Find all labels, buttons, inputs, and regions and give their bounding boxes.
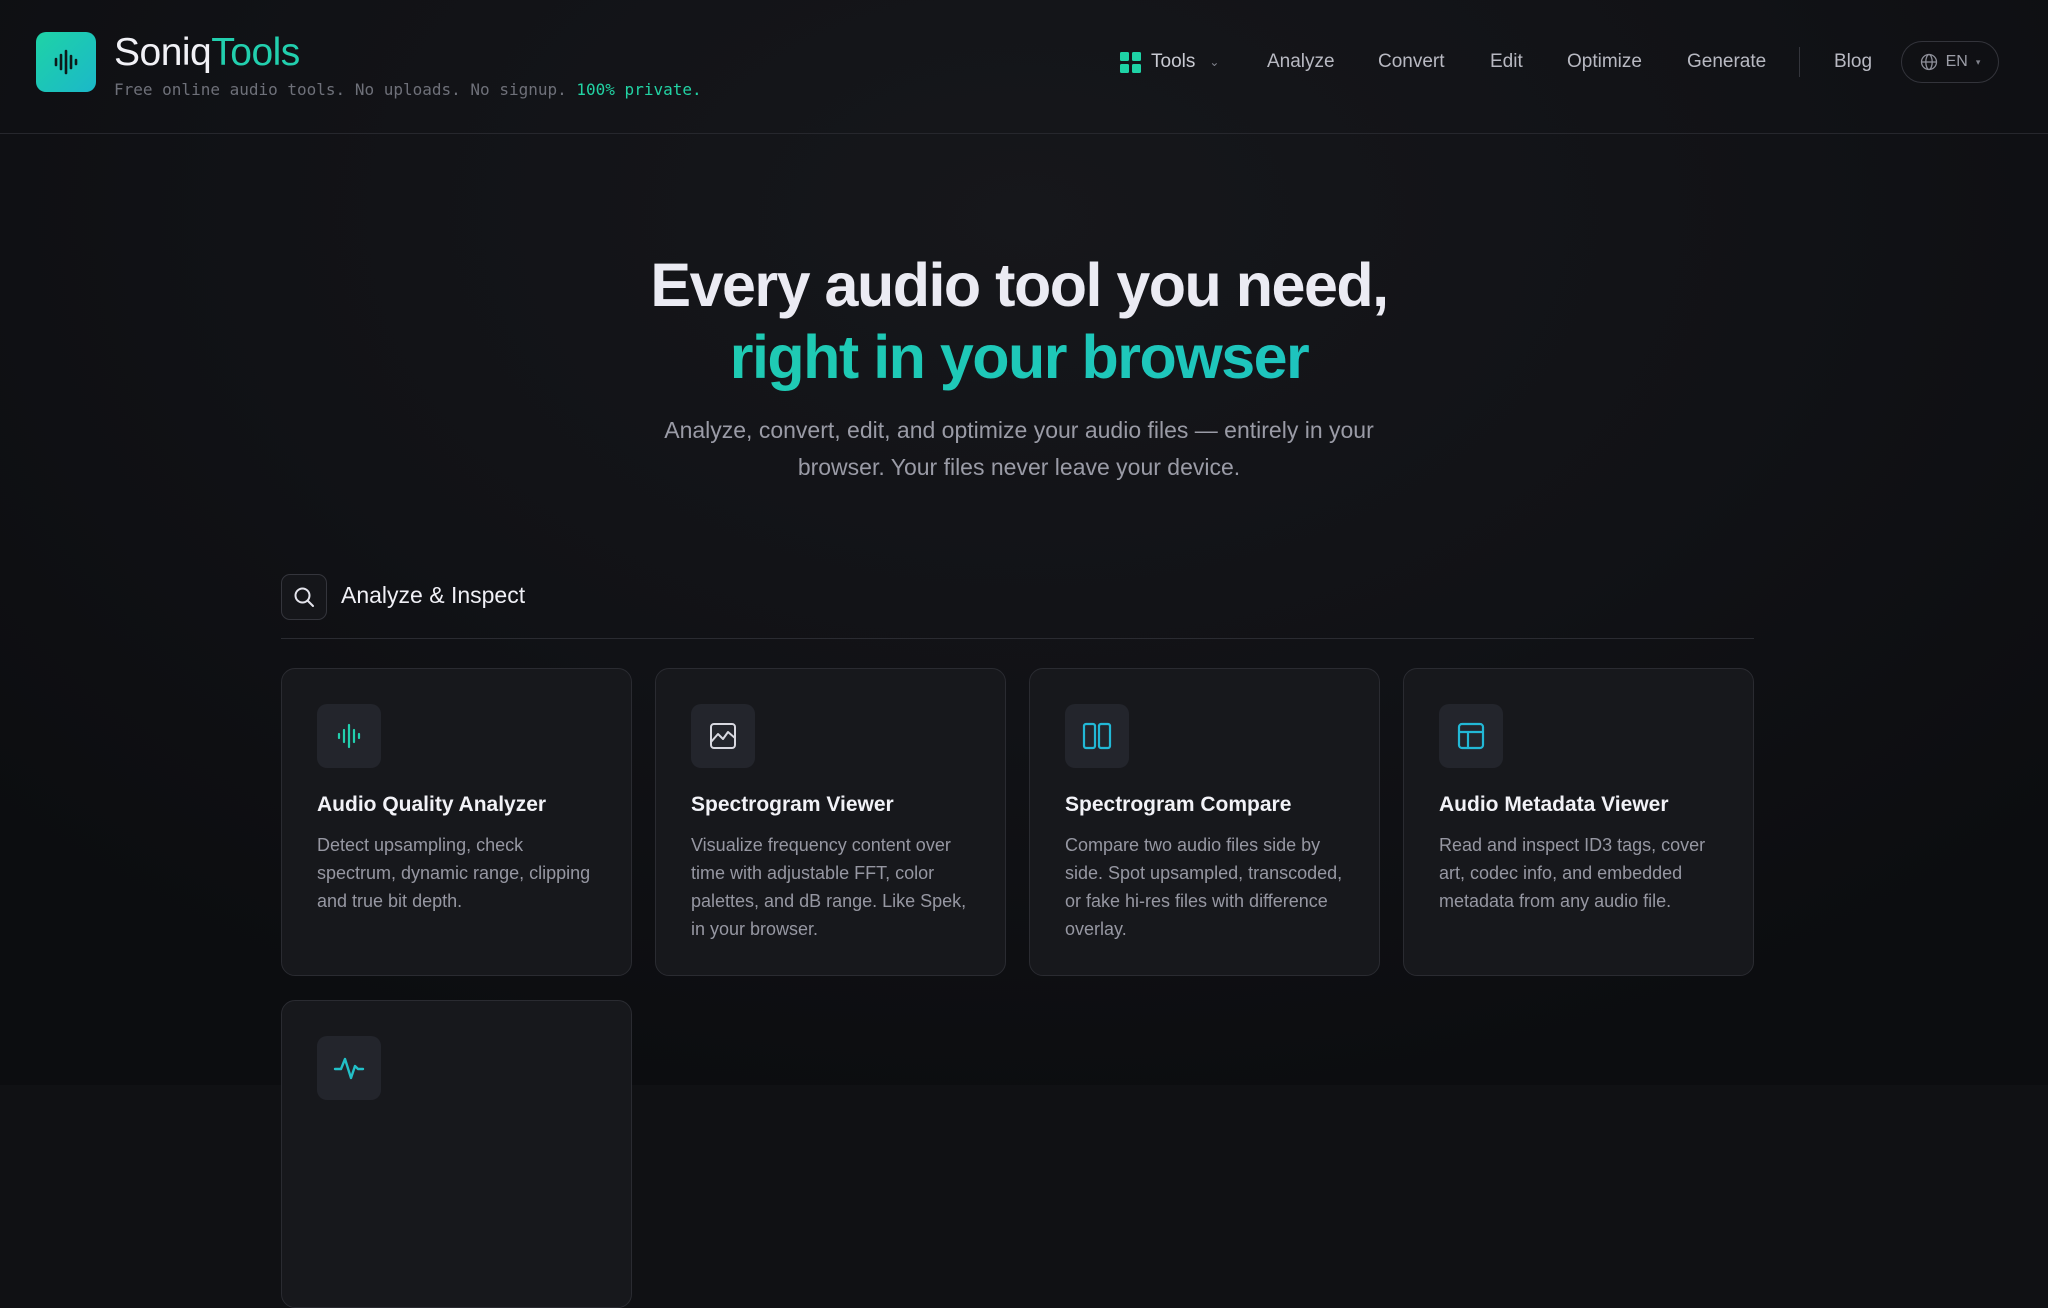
tagline-highlight: 100% private. (576, 80, 702, 99)
card-description: Visualize frequency content over time wi… (691, 835, 967, 939)
tool-card-audio-quality-analyzer[interactable]: Audio Quality Analyzer Detect upsampling… (281, 668, 632, 976)
card-title: Spectrogram Viewer (691, 793, 894, 816)
nav-convert[interactable]: Convert (1378, 44, 1445, 80)
image-chart-icon (691, 704, 755, 768)
columns-icon (1065, 704, 1129, 768)
nav-divider (1799, 47, 1800, 77)
activity-icon (317, 1036, 381, 1100)
nav-analyze[interactable]: Analyze (1267, 44, 1335, 80)
language-label: EN (1945, 53, 1968, 70)
hero-title-line2: right in your browser (0, 322, 2038, 392)
layout-icon (1439, 704, 1503, 768)
tool-card-5[interactable] (281, 1000, 632, 1308)
nav-optimize[interactable]: Optimize (1567, 44, 1642, 80)
grid-icon (1120, 51, 1141, 73)
chevron-down-icon: ⌄ (1209, 55, 1220, 69)
nav-generate[interactable]: Generate (1687, 44, 1766, 80)
section-header-analyze: Analyze & Inspect (281, 574, 1754, 639)
nav-tools-dropdown[interactable]: Tools ⌄ (1120, 44, 1219, 80)
language-selector[interactable]: EN ▾ (1901, 41, 1999, 83)
main-nav: Tools ⌄ Analyze Convert Edit Optimize Ge… (0, 41, 2048, 83)
card-title: Audio Quality Analyzer (317, 793, 547, 816)
tool-card-audio-metadata-viewer[interactable]: Audio Metadata Viewer Read and inspect I… (1403, 668, 1754, 976)
search-icon (281, 574, 327, 620)
tool-card-spectrogram-compare[interactable]: Spectrogram Compare Compare two audio fi… (1029, 668, 1380, 976)
waveform-icon (317, 704, 381, 768)
globe-icon (1920, 53, 1937, 71)
tool-card-spectrogram-viewer[interactable]: Spectrogram Viewer Visualize frequency c… (655, 668, 1006, 976)
hero-title-line1: Every audio tool you need, (650, 251, 1389, 319)
hero-subtitle: Analyze, convert, edit, and optimize you… (664, 417, 1374, 480)
tagline-text: Free online audio tools. No uploads. No … (114, 80, 567, 99)
card-description: Read and inspect ID3 tags, cover art, co… (1439, 835, 1706, 911)
card-title: Audio Metadata Viewer (1439, 793, 1669, 816)
tagline: Free online audio tools. No uploads. No … (114, 80, 702, 99)
chevron-down-icon: ▾ (1975, 56, 1981, 67)
section-title: Analyze & Inspect (341, 582, 526, 608)
nav-tools-label: Tools (1151, 51, 1196, 72)
nav-blog[interactable]: Blog (1834, 44, 1872, 80)
card-description: Compare two audio files side by side. Sp… (1065, 835, 1343, 939)
card-description: Detect upsampling, check spectrum, dynam… (317, 835, 591, 911)
nav-edit[interactable]: Edit (1490, 44, 1523, 80)
site-header: SoniqTools Free online audio tools. No u… (0, 0, 2048, 134)
card-title: Spectrogram Compare (1065, 793, 1292, 816)
